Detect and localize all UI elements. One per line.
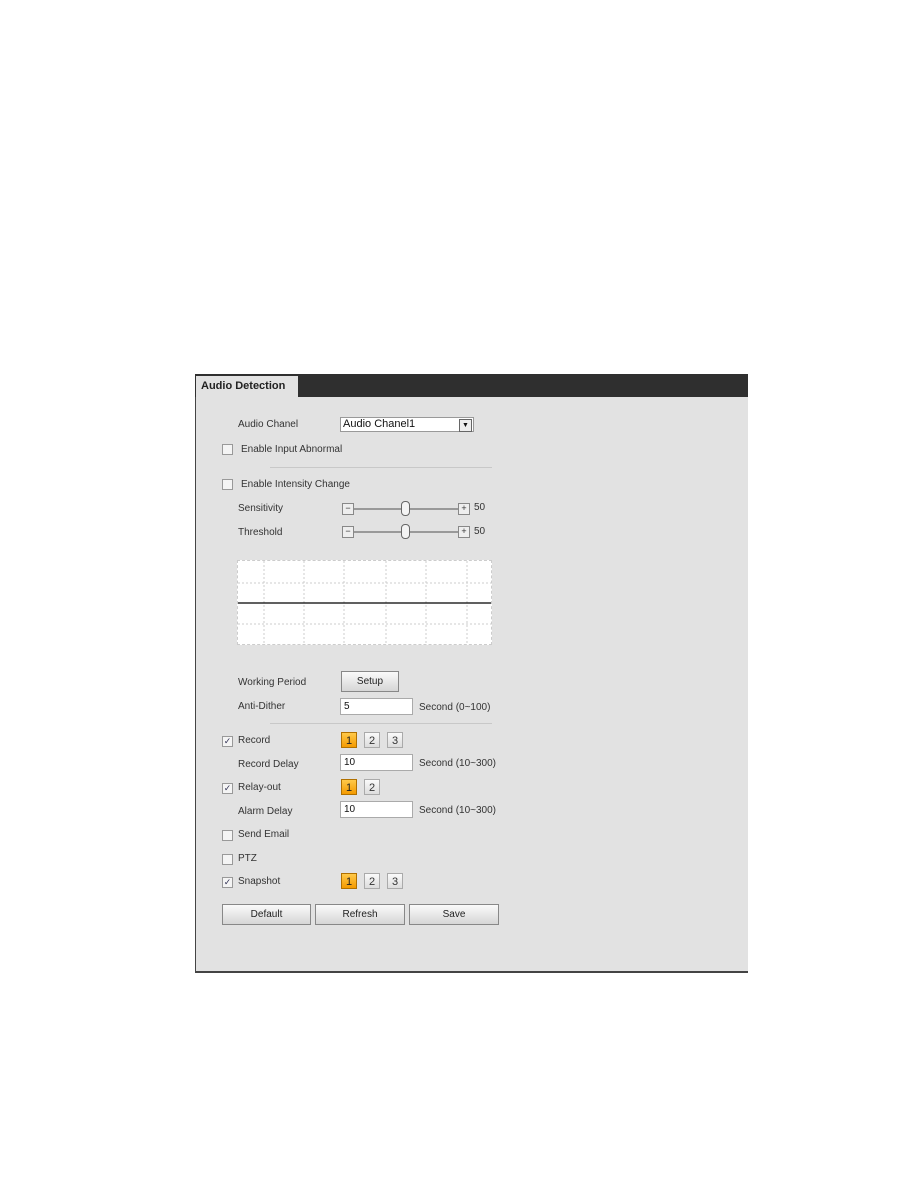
setup-button[interactable]: Setup bbox=[341, 671, 399, 692]
send-email-label: Send Email bbox=[238, 829, 290, 840]
snapshot-channel-3[interactable]: 3 bbox=[387, 873, 403, 889]
plus-icon[interactable]: + bbox=[458, 526, 470, 538]
relay-out-checkbox[interactable]: ✓ bbox=[222, 783, 233, 794]
anti-dither-unit: Second (0~100) bbox=[419, 702, 491, 713]
sensitivity-slider-handle[interactable] bbox=[401, 501, 410, 516]
enable-intensity-change-checkbox[interactable] bbox=[222, 479, 233, 490]
divider bbox=[270, 723, 492, 724]
record-channel-2[interactable]: 2 bbox=[364, 732, 380, 748]
alarm-delay-label: Alarm Delay bbox=[238, 806, 293, 817]
relay-out-channel-1[interactable]: 1 bbox=[341, 779, 357, 795]
anti-dither-input[interactable]: 5 bbox=[340, 698, 413, 715]
default-button[interactable]: Default bbox=[222, 904, 311, 925]
sensitivity-value: 50 bbox=[474, 502, 486, 513]
working-period-label: Working Period bbox=[238, 677, 307, 688]
snapshot-label: Snapshot bbox=[238, 876, 281, 887]
threshold-label: Threshold bbox=[238, 527, 283, 538]
sensitivity-label: Sensitivity bbox=[238, 503, 284, 514]
enable-intensity-change-label: Enable Intensity Change bbox=[241, 479, 350, 490]
snapshot-checkbox[interactable]: ✓ bbox=[222, 877, 233, 888]
record-delay-label: Record Delay bbox=[238, 759, 299, 770]
record-checkbox[interactable]: ✓ bbox=[222, 736, 233, 747]
minus-icon[interactable]: − bbox=[342, 526, 354, 538]
relay-out-channel-2[interactable]: 2 bbox=[364, 779, 380, 795]
enable-input-abnormal-checkbox[interactable] bbox=[222, 444, 233, 455]
record-label: Record bbox=[238, 735, 271, 746]
plus-icon[interactable]: + bbox=[458, 503, 470, 515]
record-delay-input[interactable]: 10 bbox=[340, 754, 413, 771]
record-channel-1[interactable]: 1 bbox=[341, 732, 357, 748]
graph-grid bbox=[238, 561, 491, 644]
record-channel-3[interactable]: 3 bbox=[387, 732, 403, 748]
alarm-delay-input[interactable]: 10 bbox=[340, 801, 413, 818]
record-delay-unit: Second (10~300) bbox=[419, 758, 497, 769]
alarm-delay-unit: Second (10~300) bbox=[419, 805, 497, 816]
anti-dither-label: Anti-Dither bbox=[238, 701, 286, 712]
minus-icon[interactable]: − bbox=[342, 503, 354, 515]
ptz-label: PTZ bbox=[238, 853, 257, 864]
snapshot-channel-1[interactable]: 1 bbox=[341, 873, 357, 889]
threshold-slider-handle[interactable] bbox=[401, 524, 410, 539]
save-button[interactable]: Save bbox=[409, 904, 499, 925]
tab-audio-detection[interactable]: Audio Detection bbox=[196, 376, 298, 397]
divider bbox=[270, 467, 492, 468]
send-email-checkbox[interactable] bbox=[222, 830, 233, 841]
threshold-value: 50 bbox=[474, 526, 486, 537]
audio-channel-label: Audio Chanel bbox=[238, 419, 299, 430]
audio-intensity-graph bbox=[237, 560, 492, 645]
audio-channel-select[interactable]: Audio Chanel1 ▼ bbox=[340, 417, 474, 432]
enable-input-abnormal-label: Enable Input Abnormal bbox=[241, 444, 343, 455]
refresh-button[interactable]: Refresh bbox=[315, 904, 405, 925]
audio-channel-value: Audio Chanel1 bbox=[343, 418, 416, 430]
relay-out-label: Relay-out bbox=[238, 782, 281, 793]
ptz-checkbox[interactable] bbox=[222, 854, 233, 865]
snapshot-channel-2[interactable]: 2 bbox=[364, 873, 380, 889]
chevron-down-icon[interactable]: ▼ bbox=[459, 419, 472, 432]
